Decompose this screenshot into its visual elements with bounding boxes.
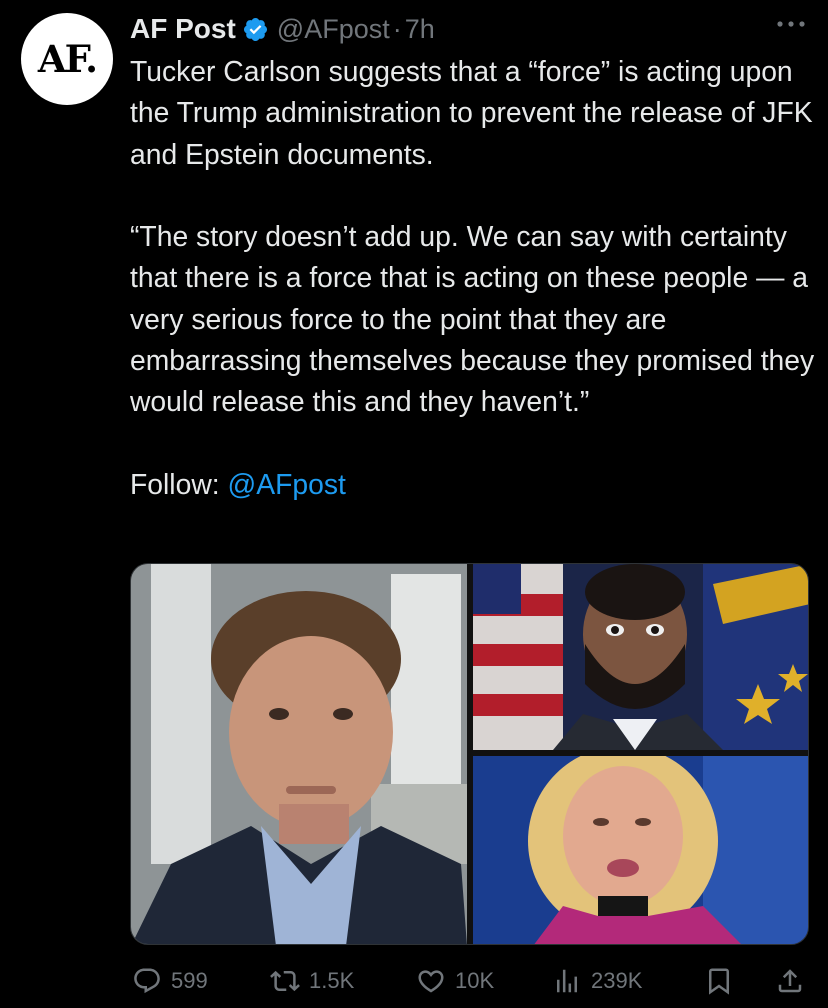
bookmark-button[interactable] bbox=[704, 962, 734, 1000]
more-icon bbox=[777, 21, 805, 27]
views-count: 239K bbox=[591, 968, 643, 993]
reply-icon bbox=[134, 968, 160, 994]
repost-button[interactable]: 1.5K bbox=[270, 962, 354, 1000]
repost-icon bbox=[270, 970, 300, 992]
bookmark-icon bbox=[709, 968, 729, 995]
photo-blonde-woman[interactable] bbox=[473, 756, 808, 944]
views-icon bbox=[557, 969, 577, 993]
tweet-text: Tucker Carlson suggests that a “force” i… bbox=[130, 51, 820, 505]
photo-man-with-flag[interactable] bbox=[473, 564, 808, 750]
timestamp[interactable]: 7h bbox=[405, 14, 435, 45]
avatar-logo-text: AF. bbox=[37, 37, 98, 81]
follow-mention-link[interactable]: @AFpost bbox=[228, 468, 346, 500]
avatar[interactable]: AF. bbox=[21, 13, 113, 105]
reply-count: 599 bbox=[171, 968, 208, 993]
like-icon bbox=[418, 970, 444, 993]
verified-badge-icon bbox=[243, 17, 267, 41]
media-grid bbox=[130, 563, 809, 945]
share-button[interactable] bbox=[775, 962, 805, 1000]
tweet-paragraph-quote: “The story doesn’t add up. We can say wi… bbox=[130, 220, 815, 418]
follow-line: Follow: @AFpost bbox=[130, 464, 820, 505]
tweet[interactable]: AF. AF Post @AFpost · 7h Tucker Carlson … bbox=[0, 0, 828, 1008]
action-bar: 599 1.5K 10K 239K bbox=[130, 962, 810, 1000]
more-button[interactable] bbox=[776, 14, 806, 34]
views-button[interactable]: 239K bbox=[552, 962, 642, 1000]
separator-dot: · bbox=[392, 13, 402, 44]
like-button[interactable]: 10K bbox=[416, 962, 494, 1000]
like-count: 10K bbox=[455, 968, 495, 993]
author-handle[interactable]: @AFpost bbox=[277, 14, 390, 45]
follow-label: Follow: bbox=[130, 467, 228, 500]
tweet-paragraph-summary: Tucker Carlson suggests that a “force” i… bbox=[130, 55, 813, 170]
tweet-header: AF Post @AFpost · 7h bbox=[130, 10, 435, 48]
photo-tucker-carlson[interactable] bbox=[131, 564, 467, 944]
repost-count: 1.5K bbox=[309, 968, 355, 993]
author-name[interactable]: AF Post bbox=[130, 13, 236, 45]
reply-button[interactable]: 599 bbox=[132, 962, 208, 1000]
share-icon bbox=[778, 969, 802, 993]
